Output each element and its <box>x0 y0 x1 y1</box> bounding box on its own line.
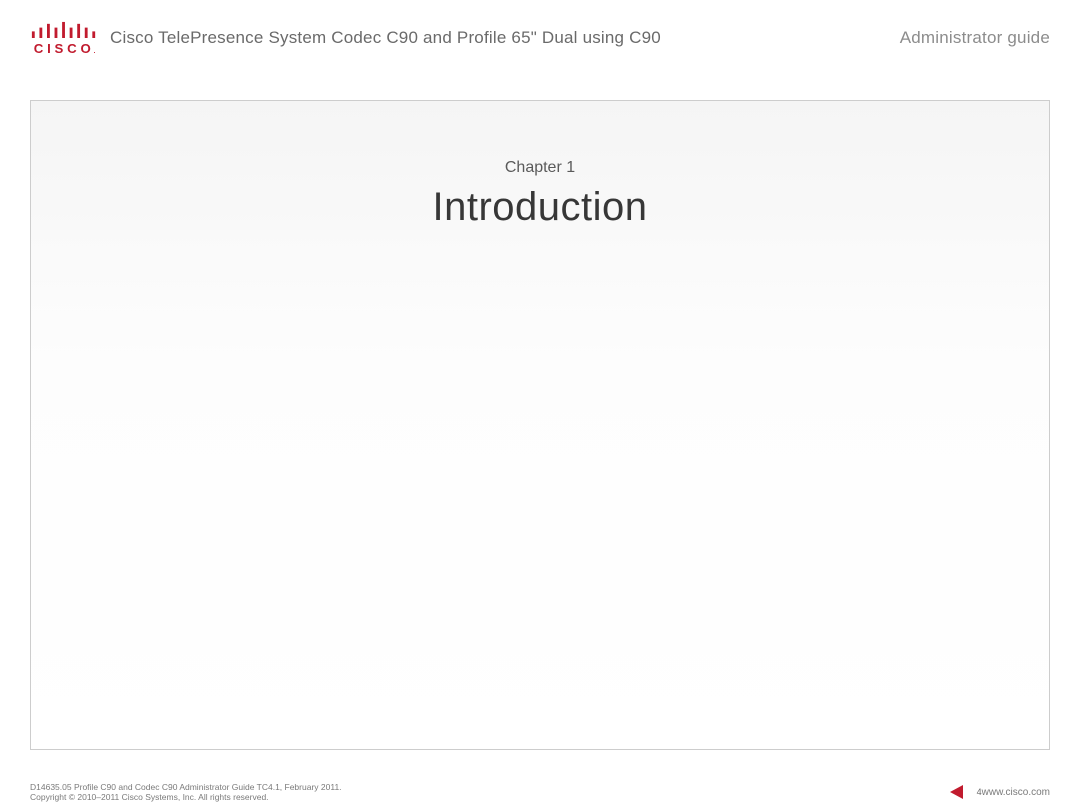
page-header: CISCO . Cisco TelePresence System Codec … <box>30 16 1050 60</box>
document-type: Administrator guide <box>900 28 1050 48</box>
chapter-panel: Chapter 1 Introduction <box>30 100 1050 750</box>
prev-page-icon[interactable] <box>950 785 963 799</box>
svg-text:.: . <box>93 45 96 56</box>
cisco-logo-icon: CISCO . <box>30 20 98 56</box>
page-footer: D14635.05 Profile C90 and Codec C90 Admi… <box>30 782 1050 803</box>
footer-pagination: 4 <box>950 785 982 799</box>
footer-info: D14635.05 Profile C90 and Codec C90 Admi… <box>30 782 1080 803</box>
footer-url[interactable]: www.cisco.com <box>982 787 1050 798</box>
document-title: Cisco TelePresence System Codec C90 and … <box>110 28 900 48</box>
document-page: CISCO . Cisco TelePresence System Codec … <box>0 0 1080 811</box>
chapter-label: Chapter 1 <box>31 159 1049 177</box>
footer-copyright: Copyright © 2010–2011 Cisco Systems, Inc… <box>30 792 1080 803</box>
cisco-logo-text: CISCO <box>34 41 95 56</box>
footer-doc-id: D14635.05 Profile C90 and Codec C90 Admi… <box>30 782 1080 793</box>
chapter-title: Introduction <box>31 185 1049 230</box>
